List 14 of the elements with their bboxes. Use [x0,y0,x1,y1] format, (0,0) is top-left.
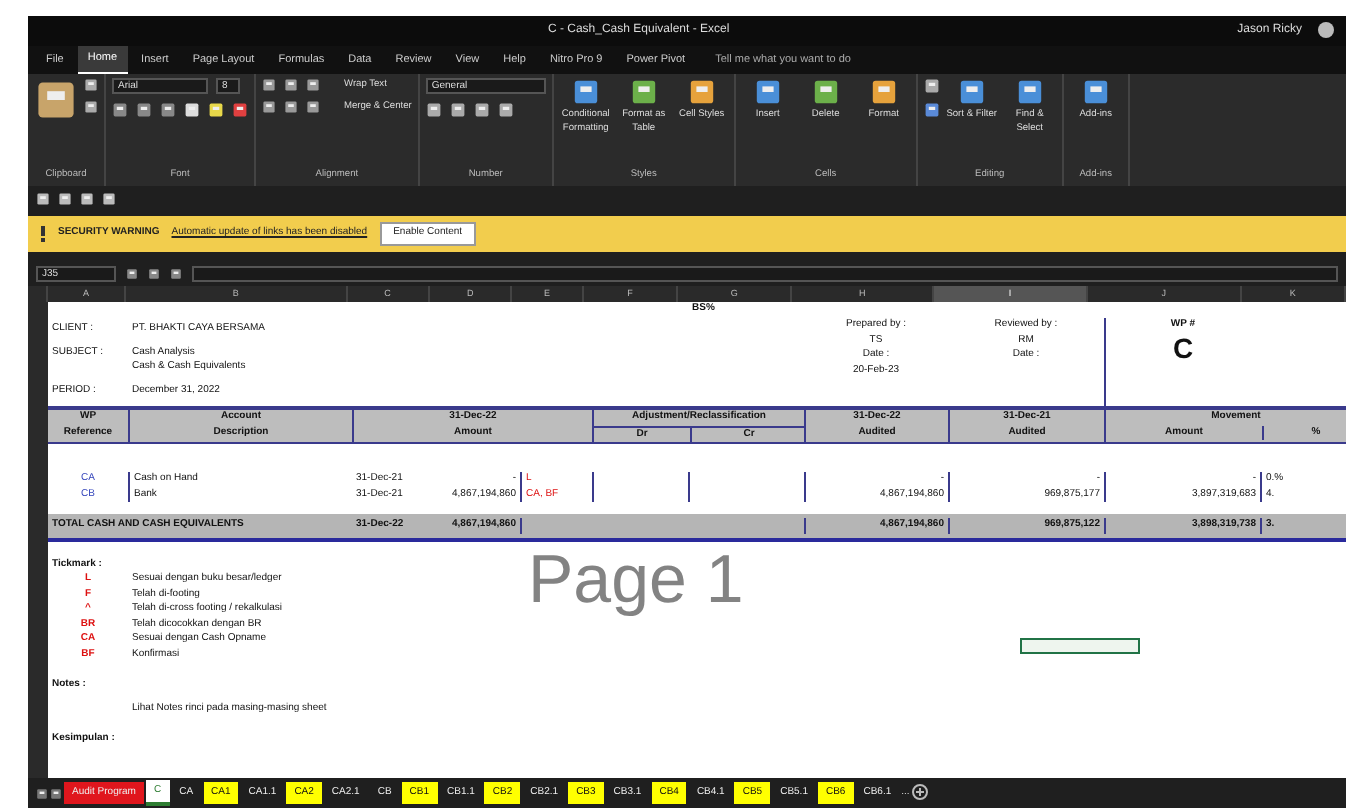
formula-field[interactable] [192,266,1338,282]
wp-code: C [1170,333,1196,361]
avatar-icon[interactable] [1318,21,1334,38]
selected-cell[interactable] [1020,638,1140,654]
page-label: Page 1 [528,546,744,614]
ribbon-icon[interactable] [811,78,840,106]
warning-icon [40,225,46,242]
ribbon-icon[interactable] [869,78,898,106]
add-sheet-icon[interactable] [911,784,928,801]
ribbon-icon[interactable] [629,78,658,106]
ribbon-icon[interactable] [571,78,600,106]
ribbon-icon[interactable] [753,78,782,106]
ribbon-icon[interactable] [1081,78,1110,106]
ribbon-icon[interactable] [687,78,716,106]
